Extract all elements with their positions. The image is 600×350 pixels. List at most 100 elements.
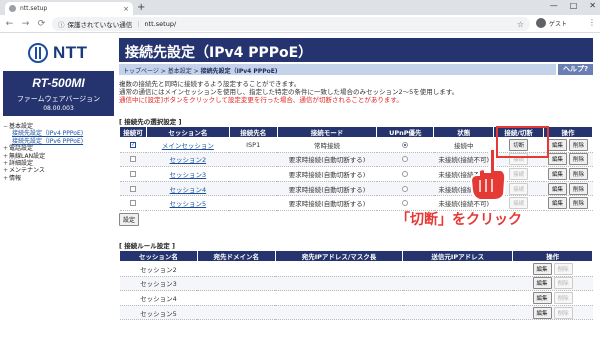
new-tab-button[interactable]: + — [137, 2, 145, 13]
col-header: 宛先IPアドレス/マスク長 — [274, 250, 404, 262]
browser-tab-strip: ntt.setup × + — □ ✕ — [0, 0, 600, 15]
col-header: 接続モード — [276, 126, 378, 138]
desc-line: 複数の接続先と同時に接続するよう設定することができます。 — [119, 80, 301, 88]
minimize-icon[interactable]: — — [550, 1, 558, 10]
window-controls: — □ ✕ — [550, 1, 596, 10]
table-row: セッション3 要求時接続(自動切断する) 未接続(接続不可) 接続 編集 削除 — [119, 166, 593, 182]
enable-checkbox[interactable] — [129, 185, 136, 192]
expand-icon[interactable]: + — [3, 160, 8, 167]
reload-icon[interactable]: ⟳ — [35, 19, 48, 29]
delete-button[interactable]: 削除 — [569, 197, 589, 210]
ntt-logo: NTT — [28, 43, 88, 63]
session-name-link[interactable]: メインセッション — [162, 142, 214, 150]
menu-sub-ipv4[interactable]: 接続先設定（IPv4 PPPoE) — [3, 130, 83, 137]
edit-button[interactable]: 編集 — [547, 197, 567, 210]
expand-icon[interactable]: + — [3, 153, 8, 160]
kebab-menu-icon[interactable]: ⋮ — [588, 18, 596, 27]
rule-session-name: セッション3 — [119, 276, 198, 292]
edit-button[interactable]: 編集 — [547, 167, 567, 180]
upnp-radio[interactable] — [402, 185, 409, 192]
address-bar[interactable]: ⓘ 保護されていない通信 | ntt.setup/ ☆ — [52, 17, 530, 31]
enable-checkbox[interactable] — [129, 170, 136, 177]
enable-checkbox[interactable] — [129, 156, 136, 163]
firmware-version: 08.00.003 — [43, 105, 74, 112]
enable-checkbox[interactable] — [129, 200, 136, 207]
delete-button: 削除 — [553, 277, 573, 290]
upnp-radio[interactable] — [402, 170, 409, 177]
session-name-link[interactable]: セッション5 — [170, 200, 207, 208]
rules-table: セッション名 宛先ドメイン名 宛先IPアドレス/マスク長 送信元IPアドレス 操… — [119, 250, 593, 321]
pointing-hand-icon — [469, 148, 507, 201]
table-row: セッション5 編集 削除 — [119, 305, 593, 321]
col-header: 状態 — [433, 126, 495, 138]
page-title: 接続先設定（IPv4 PPPoE） — [119, 38, 593, 62]
col-header: 接続可 — [119, 126, 147, 138]
col-header: UPnP優先 — [376, 126, 435, 138]
logo-text: NTT — [53, 43, 88, 62]
settei-button[interactable]: 設定 — [119, 213, 140, 226]
session-name-link[interactable]: セッション2 — [170, 156, 207, 164]
forward-icon[interactable]: → — [19, 19, 32, 29]
col-header: セッション名 — [119, 250, 198, 262]
model-info: RT-500MI ファームウェアバージョン 08.00.003 — [3, 71, 114, 116]
connect-mode: 要求時接続(自動切断する) — [277, 181, 377, 197]
edit-button[interactable]: 編集 — [547, 153, 567, 166]
delete-button[interactable]: 削除 — [569, 153, 589, 166]
back-icon[interactable]: ← — [3, 19, 16, 29]
delete-button: 削除 — [553, 306, 573, 319]
url-text[interactable]: ntt.setup/ — [145, 20, 177, 28]
table-row: セッション4 要求時接続(自動切断する) 未接続(接続不可) 接続 編集 削除 — [119, 181, 593, 197]
menu-item-wireless[interactable]: +無線LAN設定 — [3, 153, 83, 160]
expand-icon[interactable]: + — [3, 175, 8, 182]
upnp-radio[interactable] — [402, 141, 409, 148]
breadcrumb-basic[interactable]: 基本設定 — [168, 68, 192, 75]
expand-icon[interactable]: + — [3, 167, 8, 174]
upnp-radio[interactable] — [402, 200, 409, 207]
collapse-icon[interactable]: − — [3, 123, 8, 130]
enable-checkbox[interactable]: ✓ — [129, 141, 136, 148]
edit-button[interactable]: 編集 — [532, 291, 552, 304]
connect-button: 接続 — [509, 182, 529, 195]
edit-button[interactable]: 編集 — [532, 277, 552, 290]
tab-close-icon[interactable]: × — [123, 5, 129, 13]
breadcrumb-row: トップページ > 基本設定 > 接続先設定（IPv4 PPPoE) ヘルプ? — [119, 64, 593, 75]
edit-button[interactable]: 編集 — [547, 182, 567, 195]
info-icon[interactable]: ⓘ — [58, 19, 65, 29]
maximize-icon[interactable]: □ — [570, 1, 578, 10]
rules-header-row: セッション名 宛先ドメイン名 宛先IPアドレス/マスク長 送信元IPアドレス 操… — [119, 250, 593, 262]
col-header: 操作 — [512, 250, 593, 262]
close-window-icon[interactable]: ✕ — [589, 1, 596, 10]
desc-warning: 通信中に[設定]ボタンをクリックして設定変更を行った場合、通信が切断されることが… — [119, 96, 403, 104]
session-name-link[interactable]: セッション4 — [170, 186, 207, 194]
breadcrumb: トップページ > 基本設定 > 接続先設定（IPv4 PPPoE) — [119, 64, 556, 75]
dest-name — [229, 195, 278, 211]
delete-button[interactable]: 削除 — [569, 167, 589, 180]
upnp-radio[interactable] — [402, 156, 409, 163]
delete-button[interactable]: 削除 — [569, 138, 589, 151]
col-header: 送信元IPアドレス — [402, 250, 514, 262]
delete-button[interactable]: 削除 — [569, 182, 589, 195]
menu-item-phone[interactable]: +電話設定 — [3, 145, 83, 152]
profile-button[interactable]: ゲスト — [536, 18, 567, 28]
star-icon[interactable]: ☆ — [517, 20, 524, 29]
delete-button: 削除 — [553, 291, 573, 304]
breadcrumb-sep: > — [191, 68, 201, 75]
delete-button: 削除 — [553, 262, 573, 275]
connect-button: 接続 — [509, 167, 529, 180]
browser-tab[interactable]: ntt.setup × — [5, 2, 133, 15]
menu-item-maintenance[interactable]: +メンテナンス — [3, 167, 83, 174]
expand-icon[interactable]: + — [3, 145, 8, 152]
edit-button[interactable]: 編集 — [532, 306, 552, 319]
edit-button[interactable]: 編集 — [547, 138, 567, 151]
breadcrumb-top[interactable]: トップページ — [123, 68, 159, 75]
section-title-sessions: [ 接続先の選択設定 ] — [119, 118, 182, 126]
edit-button[interactable]: 編集 — [532, 262, 552, 275]
table-row: セッション4 編集 削除 — [119, 290, 593, 306]
help-button[interactable]: ヘルプ? — [558, 64, 593, 75]
avatar — [536, 18, 546, 28]
menu-item-info[interactable]: +情報 — [3, 175, 83, 182]
session-name-link[interactable]: セッション3 — [170, 171, 207, 179]
divider: | — [137, 20, 140, 28]
col-header: 接続先名 — [228, 126, 278, 138]
menu-item-advanced[interactable]: +詳細設定 — [3, 160, 83, 167]
